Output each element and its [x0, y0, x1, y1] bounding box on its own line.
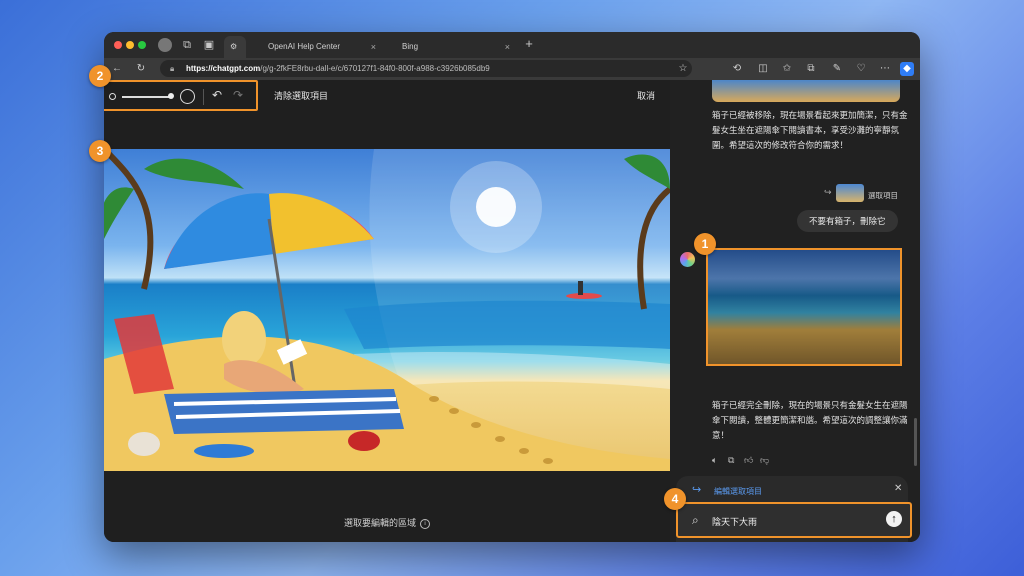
browser-window: ⧉ ▣ ⚙ OpenAI Help Center × Bing × + ← ↻ … — [104, 32, 920, 542]
close-tab-icon[interactable]: × — [505, 36, 510, 58]
beach-image-canvas[interactable] — [104, 149, 670, 471]
back-icon[interactable]: ← — [110, 62, 124, 76]
info-icon[interactable]: i — [420, 518, 431, 529]
close-edit-icon[interactable]: ✕ — [894, 483, 902, 494]
tab-label: OpenAI Help Center — [268, 42, 341, 51]
tab-bar: ⧉ ▣ ⚙ OpenAI Help Center × Bing × + — [104, 32, 920, 58]
redo-icon[interactable]: ↷ — [233, 88, 243, 102]
divider — [203, 89, 204, 105]
address-bar[interactable]: 🔒︎ https://chatgpt.com/g/g-2fkFE8rbu-dal… — [160, 60, 692, 77]
beach-illustration — [104, 149, 670, 471]
assistant-message-2: 箱子已經完全刪除，現在的場景只有金髮女生在遮陽傘下閱讀，整體更簡潔和諧。希望這次… — [712, 400, 908, 440]
reading-icon[interactable]: ✎ — [830, 62, 844, 76]
annotation-badge-3: 3 — [89, 140, 111, 162]
edit-arrow-icon: ↪ — [692, 484, 702, 496]
split-screen-icon[interactable]: ◫ — [756, 62, 770, 76]
hint-text: 選取要編輯的區域 — [344, 518, 417, 528]
copy-icon[interactable]: ⧉ — [728, 455, 734, 466]
generated-image[interactable] — [706, 248, 902, 366]
reload-icon[interactable]: ↻ — [134, 62, 148, 76]
tab-chatgpt[interactable]: ⚙ — [224, 36, 246, 58]
chat-panel: 箱子已經被移除，現在場景看起來更加簡潔，只有金髮女生坐在遮陽傘下閱讀書本，享受沙… — [670, 80, 920, 542]
favorites-icon[interactable]: ✩ — [780, 62, 794, 76]
image-overlay — [708, 250, 900, 364]
close-tab-icon[interactable]: × — [371, 36, 376, 58]
selection-hint: 選取要編輯的區域 i — [344, 516, 431, 529]
annotation-badge-1: 1 — [694, 233, 716, 255]
brush-small-icon — [109, 93, 116, 100]
profile-avatar[interactable] — [158, 38, 172, 52]
address-row: ← ↻ 🔒︎ https://chatgpt.com/g/g-2fkFE8rbu… — [104, 58, 920, 80]
compose-area: ↪ 編輯選取項目 ✕ ⌕ 陰天下大雨 ↑ — [676, 476, 912, 542]
openai-icon: ⚙ — [230, 42, 238, 51]
collections-icon[interactable]: ⧉ — [804, 62, 818, 76]
clear-selection-button[interactable]: 清除選取項目 — [274, 89, 328, 102]
heart-icon[interactable]: ♡ — [854, 62, 868, 76]
tab-bing[interactable]: Bing × — [392, 36, 516, 58]
favorite-star-icon[interactable]: ☆ — [676, 62, 690, 76]
maximize-window-button[interactable] — [138, 41, 146, 49]
image-editor: ↶ ↷ 清除選取項目 取消 選取要編輯的區域 i — [104, 80, 670, 542]
attach-icon[interactable]: ⌕ — [692, 513, 699, 528]
send-button[interactable]: ↑ — [886, 511, 902, 527]
prompt-input-text[interactable]: 陰天下大雨 — [712, 515, 757, 528]
chatgpt-avatar — [680, 252, 695, 267]
tab-openai-help-center[interactable]: OpenAI Help Center × — [258, 36, 382, 58]
prompt-input[interactable]: ⌕ 陰天下大雨 ↑ — [676, 502, 912, 538]
chat-scrollbar[interactable] — [914, 418, 917, 466]
thumbs-down-icon[interactable]: 👎︎ — [760, 455, 769, 466]
more-icon[interactable]: ⋯ — [878, 62, 892, 76]
workspaces-icon[interactable]: ⧉ — [180, 38, 194, 52]
minimize-window-button[interactable] — [126, 41, 134, 49]
address-path: /g/g-2fkFE8rbu-dall-e/c/670127f1-84f0-80… — [260, 64, 490, 73]
lock-icon: 🔒︎ — [170, 64, 175, 73]
edit-selection-label: 編輯選取項目 — [714, 487, 762, 496]
read-aloud-icon[interactable]: 🔈︎ — [712, 455, 717, 466]
new-tab-icon[interactable]: + — [522, 37, 536, 51]
reply-arrow-icon: ↪ — [824, 187, 832, 197]
thumbs-up-icon[interactable]: 👍︎ — [744, 455, 753, 466]
cancel-button[interactable]: 取消 — [637, 89, 655, 102]
brush-toolbar: ↶ ↷ — [104, 80, 258, 111]
user-message: 不要有箱子，刪除它 — [797, 210, 898, 232]
slider-handle[interactable] — [168, 93, 174, 99]
brush-large-icon — [180, 89, 195, 104]
brush-size-slider[interactable] — [122, 96, 170, 98]
tab-actions-icon[interactable]: ▣ — [202, 38, 216, 52]
copilot-icon[interactable]: ◆ — [900, 62, 914, 76]
close-window-button[interactable] — [114, 41, 122, 49]
annotation-badge-4: 4 — [664, 488, 686, 510]
tab-label: Bing — [402, 42, 419, 51]
address-domain: https://chatgpt.com — [186, 64, 261, 73]
assistant-message-1: 箱子已經被移除，現在場景看起來更加簡潔，只有金髮女生坐在遮陽傘下閱讀書本，享受沙… — [712, 110, 908, 150]
annotation-badge-2: 2 — [89, 65, 111, 87]
undo-icon[interactable]: ↶ — [212, 88, 222, 102]
selected-item-label: 選取項目 — [868, 191, 898, 200]
previous-image-thumbnail[interactable] — [712, 80, 900, 102]
extension-icon[interactable]: ⟲ — [730, 62, 744, 76]
selection-thumbnail[interactable] — [836, 184, 864, 202]
